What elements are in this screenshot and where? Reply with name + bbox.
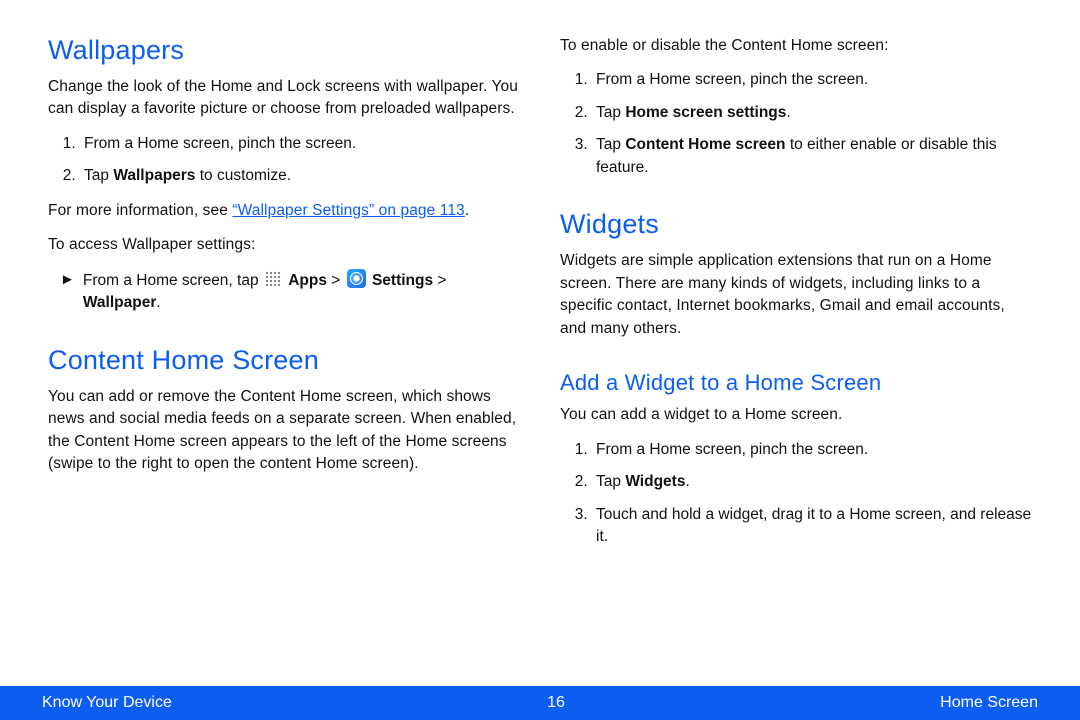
text: to customize.: [195, 167, 291, 184]
wallpapers-section: Wallpapers Change the look of the Home a…: [48, 35, 520, 315]
bold-text: Widgets: [625, 473, 685, 490]
widgets-heading: Widgets: [560, 209, 1032, 240]
text: .: [786, 104, 790, 121]
wallpaper-label: Wallpaper: [83, 294, 157, 311]
text: .: [156, 294, 160, 311]
add-widget-step-1: From a Home screen, pinch the screen.: [592, 439, 1032, 461]
footer-left: Know Your Device: [42, 694, 172, 712]
enable-steps: From a Home screen, pinch the screen. Ta…: [560, 69, 1032, 179]
bold-text: Wallpapers: [113, 167, 195, 184]
text: Tap: [596, 104, 625, 121]
widgets-p: Widgets are simple application extension…: [560, 250, 1032, 340]
text: .: [465, 202, 469, 219]
add-widget-intro: You can add a widget to a Home screen.: [560, 404, 1032, 426]
text: Tap: [596, 473, 625, 490]
text: For more information, see: [48, 202, 232, 219]
wallpapers-heading: Wallpapers: [48, 35, 520, 66]
text: >: [327, 272, 345, 289]
manual-page: Wallpapers Change the look of the Home a…: [0, 0, 1080, 720]
footer-page-number: 16: [547, 694, 565, 712]
wallpapers-more-info: For more information, see “Wallpaper Set…: [48, 200, 520, 222]
add-widget-step-2: Tap Widgets.: [592, 471, 1032, 493]
right-column: To enable or disable the Content Home sc…: [560, 35, 1032, 680]
add-widget-step-3: Touch and hold a widget, drag it to a Ho…: [592, 504, 1032, 549]
wallpapers-intro: Change the look of the Home and Lock scr…: [48, 76, 520, 121]
bullet-body: From a Home screen, tap Apps > Settings …: [83, 269, 520, 315]
content-home-p: You can add or remove the Content Home s…: [48, 386, 520, 476]
text: Tap: [596, 136, 625, 153]
enable-intro: To enable or disable the Content Home sc…: [560, 35, 1032, 57]
enable-step-3: Tap Content Home screen to either enable…: [592, 134, 1032, 179]
text: Tap: [84, 167, 113, 184]
text: From a Home screen, tap: [83, 272, 263, 289]
footer-right: Home Screen: [940, 694, 1038, 712]
enable-step-1: From a Home screen, pinch the screen.: [592, 69, 1032, 91]
add-widget-section: Add a Widget to a Home Screen You can ad…: [560, 370, 1032, 548]
page-footer: Know Your Device 16 Home Screen: [0, 686, 1080, 720]
left-column: Wallpapers Change the look of the Home a…: [48, 35, 520, 680]
apps-label: Apps: [288, 272, 327, 289]
widgets-section: Widgets Widgets are simple application e…: [560, 209, 1032, 340]
add-widget-heading: Add a Widget to a Home Screen: [560, 370, 1032, 396]
wallpapers-step-1: From a Home screen, pinch the screen.: [80, 133, 520, 155]
text: >: [433, 272, 446, 289]
wallpapers-steps: From a Home screen, pinch the screen. Ta…: [48, 133, 520, 188]
content-home-heading: Content Home Screen: [48, 345, 520, 376]
enable-step-2: Tap Home screen settings.: [592, 102, 1032, 124]
text: .: [685, 473, 689, 490]
apps-icon: [265, 271, 282, 288]
wallpapers-access-bullet: ► From a Home screen, tap Apps > Setting…: [48, 269, 520, 315]
settings-icon: [347, 269, 366, 288]
add-widget-steps: From a Home screen, pinch the screen. Ta…: [560, 439, 1032, 549]
wallpaper-settings-link[interactable]: “Wallpaper Settings” on page 113: [232, 202, 464, 219]
settings-label: Settings: [372, 272, 433, 289]
wallpapers-access-intro: To access Wallpaper settings:: [48, 234, 520, 256]
content-columns: Wallpapers Change the look of the Home a…: [0, 0, 1080, 680]
content-home-section: Content Home Screen You can add or remov…: [48, 345, 520, 476]
bold-text: Content Home screen: [625, 136, 785, 153]
wallpapers-step-2: Tap Wallpapers to customize.: [80, 165, 520, 187]
bold-text: Home screen settings: [625, 104, 786, 121]
bullet-arrow-icon: ►: [60, 269, 75, 290]
enable-content-home-section: To enable or disable the Content Home sc…: [560, 35, 1032, 179]
